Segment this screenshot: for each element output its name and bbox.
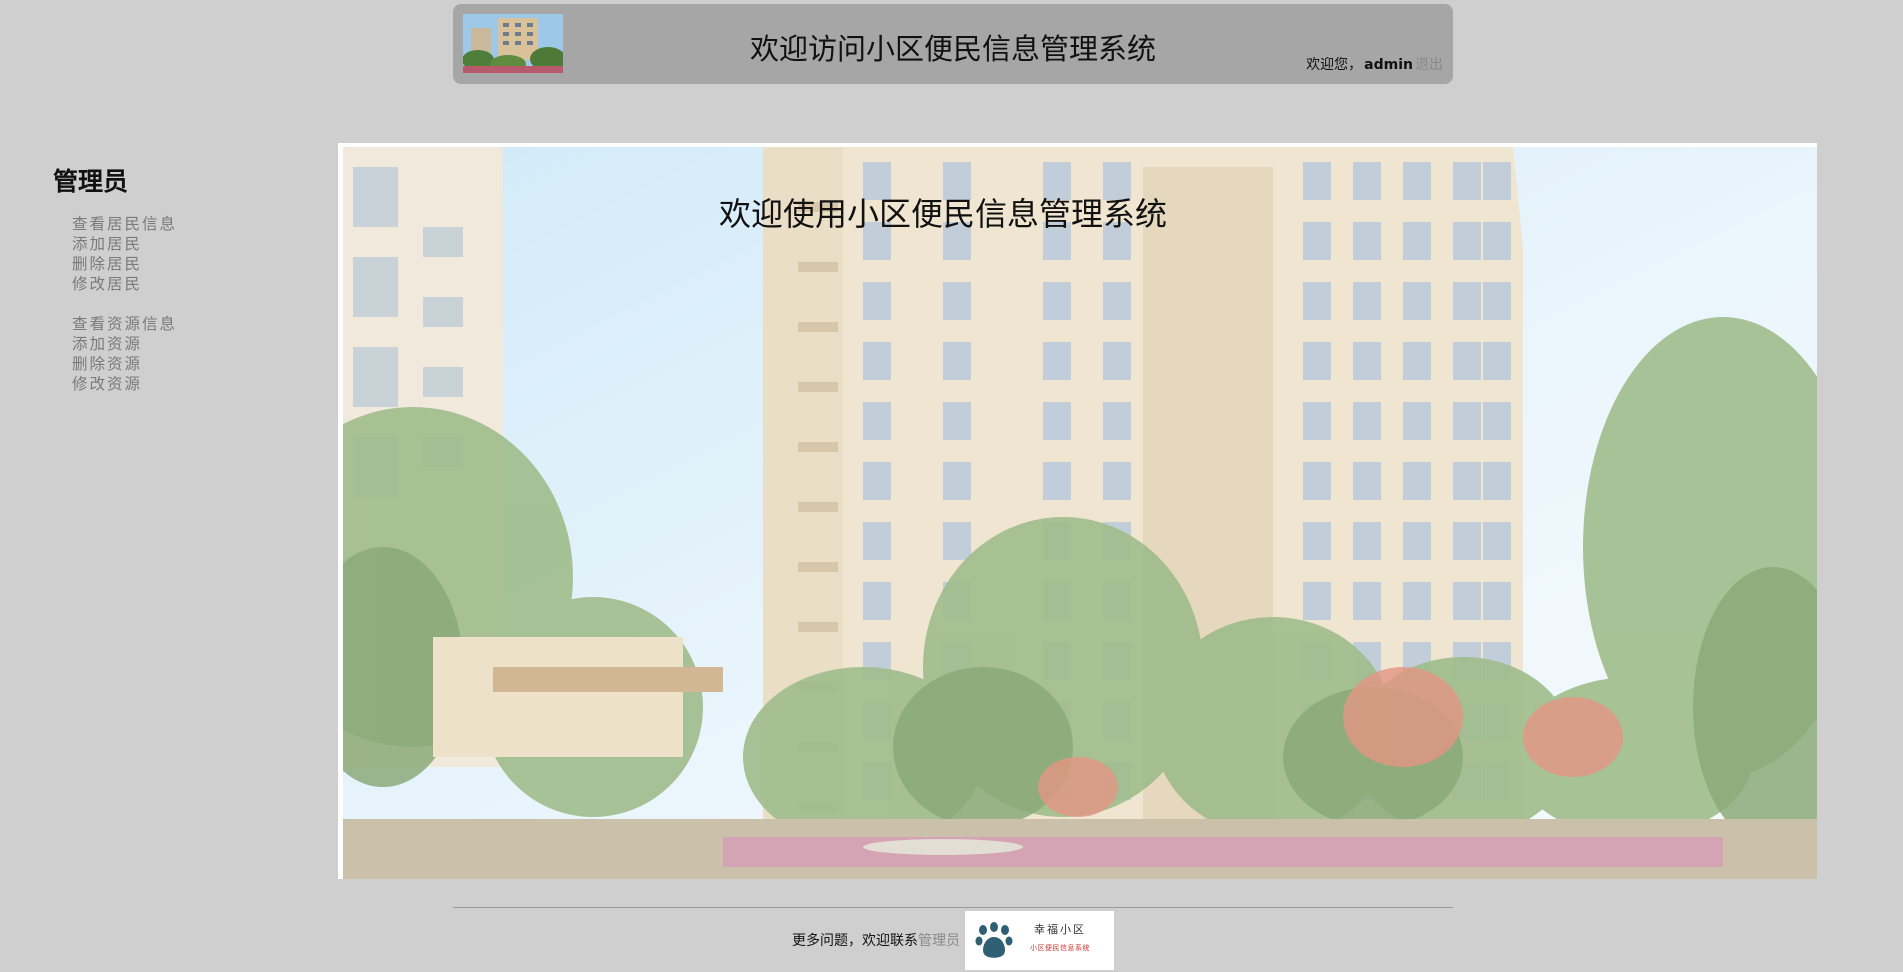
footer-contact: 更多问题，欢迎联系管理员 [453, 930, 960, 950]
edit-resource-link[interactable]: 修改资源 [72, 374, 313, 394]
delete-resource-link[interactable]: 删除资源 [72, 354, 313, 374]
sidebar: 管理员 查看居民信息 添加居民 删除居民 修改居民 查看资源信息 添加资源 删除… [53, 162, 313, 414]
view-resources-link[interactable]: 查看资源信息 [72, 314, 313, 334]
user-area: 欢迎您， admin 退出 [1306, 54, 1443, 74]
delete-resident-link[interactable]: 删除居民 [72, 254, 313, 274]
site-title: 欢迎访问小区便民信息管理系统 [749, 32, 1156, 66]
header-bar: 欢迎访问小区便民信息管理系统 欢迎您， admin 退出 [453, 4, 1453, 84]
resident-menu: 查看居民信息 添加居民 删除居民 修改居民 [72, 214, 313, 294]
resource-menu: 查看资源信息 添加资源 删除资源 修改资源 [72, 314, 313, 394]
logo-subtitle: 小区便民信息系统 [1030, 944, 1090, 952]
banner-title: 欢迎使用小区便民信息管理系统 [718, 195, 1167, 233]
welcome-text: 欢迎您， [1306, 57, 1363, 73]
footer-contact-text: 更多问题，欢迎联系 [792, 933, 918, 949]
logo-name: 幸福小区 [1034, 923, 1086, 936]
main-content: 欢迎使用小区便民信息管理系统 [338, 143, 1817, 879]
edit-resident-link[interactable]: 修改居民 [72, 274, 313, 294]
contact-admin-link[interactable]: 管理员 [918, 933, 960, 949]
view-residents-link[interactable]: 查看居民信息 [72, 214, 313, 234]
add-resident-link[interactable]: 添加居民 [72, 234, 313, 254]
logout-link[interactable]: 退出 [1415, 57, 1443, 73]
sidebar-heading: 管理员 [53, 167, 129, 196]
community-banner-image: 欢迎使用小区便民信息管理系统 [343, 147, 1817, 879]
username: admin [1364, 57, 1413, 73]
footer-logo: 幸福小区 小区便民信息系统 [965, 911, 1114, 970]
paw-icon [975, 921, 1013, 965]
footer-divider [453, 907, 1453, 908]
add-resource-link[interactable]: 添加资源 [72, 334, 313, 354]
